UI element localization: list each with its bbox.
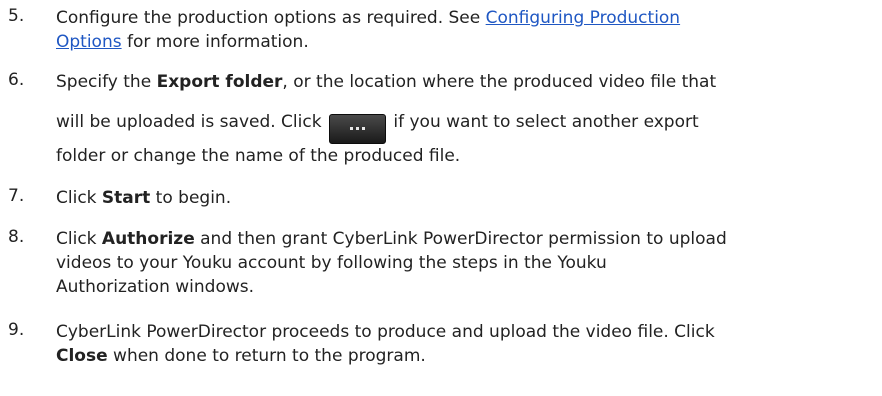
step-line: Options for more information. — [56, 30, 846, 54]
start-label: Start — [101, 188, 151, 208]
ellipsis-icon — [349, 127, 365, 130]
browse-folder-button[interactable] — [328, 113, 386, 144]
step-line: Authorization windows. — [56, 275, 846, 299]
step-line: CyberLink PowerDirector proceeds to prod… — [56, 320, 846, 344]
step-line: videos to your Youku account by followin… — [56, 251, 846, 275]
step-line: Configure the production options as requ… — [56, 6, 846, 30]
step-text-part: CyberLink PowerDirector proceeds to prod… — [56, 322, 715, 342]
step-line: Close when done to return to the program… — [56, 344, 846, 368]
step-text: CyberLink PowerDirector proceeds to prod… — [56, 320, 846, 368]
close-label: Close — [56, 346, 108, 366]
step-text-part: to begin. — [150, 188, 232, 208]
step-text: Click Start to begin. — [56, 186, 846, 210]
step-number: 7. — [8, 186, 25, 206]
step-text-part: if you want to select another export — [387, 112, 699, 132]
step-text-part: and then grant CyberLink PowerDirector p… — [194, 229, 727, 249]
step-text: Specify the Export folder, or the locati… — [56, 70, 846, 168]
step-number: 5. — [8, 6, 25, 26]
step-line: Specify the Export folder, or the locati… — [56, 70, 846, 94]
step-line: Click Authorize and then grant CyberLink… — [56, 227, 846, 251]
step-number: 6. — [8, 70, 25, 90]
configuring-production-options-link-continued[interactable]: Options — [56, 32, 122, 52]
step-text-part: Authorization windows. — [56, 277, 255, 297]
step-text-part: Click — [56, 229, 102, 249]
configuring-production-options-link[interactable]: Configuring Production — [486, 8, 680, 28]
step-text-part: Click — [56, 188, 102, 208]
step-text-part: when done to return to the program. — [107, 346, 426, 366]
authorize-label: Authorize — [101, 229, 195, 249]
step-number: 9. — [8, 320, 25, 340]
step-text: Configure the production options as requ… — [56, 6, 846, 54]
step-line: Click Start to begin. — [56, 186, 846, 210]
step-line: folder or change the name of the produce… — [56, 144, 846, 168]
step-number: 8. — [8, 227, 25, 247]
step-text-part: folder or change the name of the produce… — [56, 145, 461, 166]
step-text-part: will be uploaded is saved. Click — [56, 112, 327, 132]
step-text: Click Authorize and then grant CyberLink… — [56, 227, 846, 299]
step-line: will be uploaded is saved. Click if you … — [56, 110, 846, 144]
step-text-part: videos to your Youku account by followin… — [56, 253, 607, 273]
step-text-part: , or the location where the produced vid… — [282, 72, 717, 92]
step-text-part: for more information. — [121, 32, 309, 52]
export-folder-label: Export folder — [156, 72, 283, 92]
step-text-part: Configure the production options as requ… — [56, 8, 486, 28]
step-text-part: Specify the — [56, 72, 157, 92]
